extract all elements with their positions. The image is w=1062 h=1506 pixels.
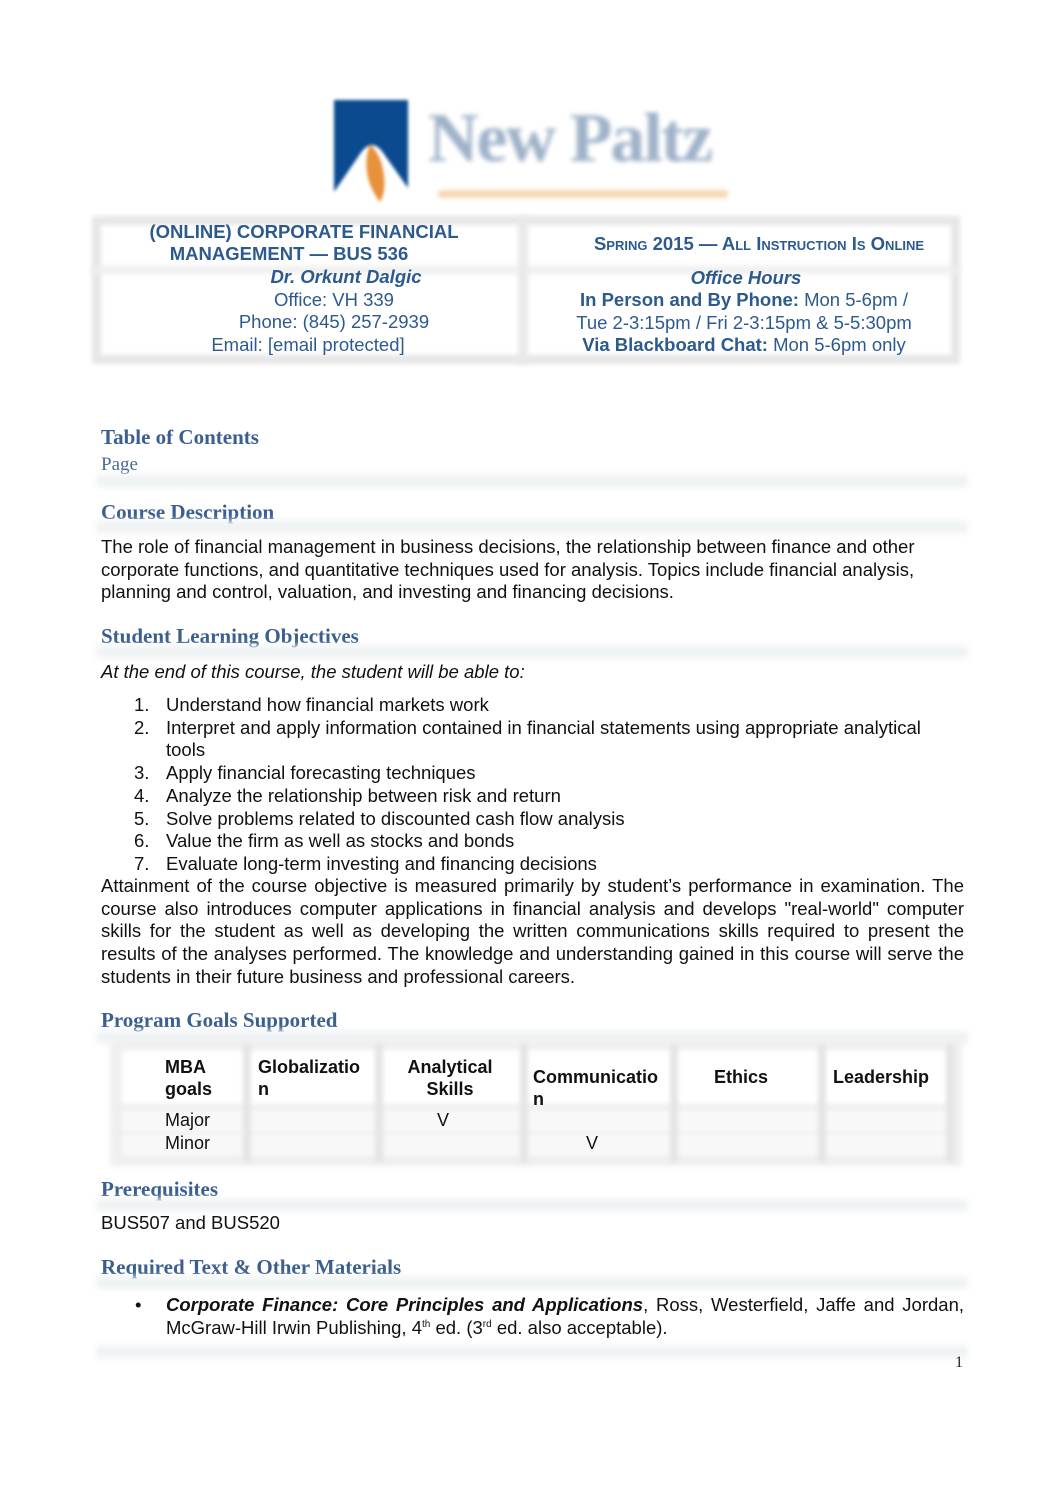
objective-item: 1. Understand how financial markets work (134, 694, 489, 715)
goals-header-mba-goals: MBA goals (165, 1057, 213, 1099)
objective-item: 5. Solve problems related to discounted c… (134, 807, 625, 829)
goals-header-leadership: Leadership (833, 1067, 930, 1087)
email-line: Email: [email protected] (88, 334, 528, 357)
office-hours-title: Office Hours (690, 266, 802, 288)
office-hours-column: Spring 2015 — All Instruction Is Online … (528, 221, 960, 357)
goals-header-ethics: Ethics (713, 1067, 769, 1087)
course-description-text: The role of financial management in busi… (101, 536, 915, 603)
objective-item: 3. Apply financial forecasting techniques (134, 762, 476, 784)
logo-wordmark: New Paltz (428, 100, 713, 177)
office-location: Office: VH 339 (274, 288, 394, 310)
page-number: 1 (955, 1354, 963, 1371)
in-person-label: In Person and By Phone: (580, 289, 799, 310)
phone-number: Phone: (845) 257-2939 (238, 311, 430, 332)
textbook-title: Corporate Finance: Core Principles and A… (166, 1294, 644, 1315)
course-title-line-1: (ONLINE) CORPORATE FINANCIAL (149, 221, 459, 242)
in-person-hours-cont: Tue 2-3:15pm / Fri 2-3:15pm & 5-5:30pm (576, 311, 912, 333)
toc-heading: Table of Contents (101, 425, 259, 449)
program-goals-table: MBA goals Globalization Analytical Skill… (110, 1040, 962, 1166)
objective-item: 7. Evaluate long-term investing and finan… (134, 852, 597, 874)
goals-header-analytical-skills: Analytical Skills (407, 1057, 493, 1099)
section-divider (96, 520, 968, 534)
bullet-icon: • (135, 1294, 142, 1315)
section-divider (96, 645, 968, 659)
objective-item: 2. Interpret and apply information conta… (134, 716, 921, 761)
goals-cell-minor-communication: V (585, 1133, 598, 1153)
email-link[interactable]: [email protected] (268, 334, 405, 355)
in-person-hours: In Person and By Phone: Mon 5-6pm / (580, 289, 908, 310)
email-label: Email: (211, 333, 268, 355)
chat-label: Via Blackboard Chat: (582, 334, 768, 355)
goals-cell-major-analytical: V (436, 1110, 449, 1130)
course-info-column: (ONLINE) CORPORATE FINANCIAL MANAGEMENT … (92, 221, 528, 356)
toc-page-label: Page (101, 454, 138, 475)
term-banner: Spring 2015 — All Instruction Is Online (593, 233, 925, 254)
materials-list-item: • Corporate Finance: Core Principles and… (135, 1294, 964, 1338)
course-title-line-2: MANAGEMENT — BUS 536 (169, 243, 409, 264)
new-paltz-emblem-icon (334, 100, 408, 202)
goals-row-label-major: Major (165, 1110, 211, 1130)
section-divider (96, 1198, 968, 1212)
instructor-name: Dr. Orkunt Dalgic (270, 266, 422, 287)
university-logo: New Paltz (330, 92, 740, 210)
section-divider (96, 474, 968, 488)
objective-item: 6. Value the firm as well as stocks and b… (134, 830, 515, 852)
goals-header-globalization: Globalization (258, 1057, 361, 1099)
goals-header-communication: Communication (533, 1067, 659, 1109)
objectives-intro: At the end of this course, the student w… (101, 661, 525, 682)
logo-tagline (438, 190, 728, 198)
objectives-list: 1. Understand how financial markets work … (101, 694, 931, 876)
attainment-paragraph: Attainment of the course objective is me… (101, 875, 964, 987)
goals-row-label-minor: Minor (165, 1133, 211, 1153)
objective-item: 4. Analyze the relationship between risk … (134, 784, 561, 806)
section-divider (96, 1276, 968, 1290)
section-divider (96, 1345, 968, 1359)
course-header-table: (ONLINE) CORPORATE FINANCIAL MANAGEMENT … (92, 216, 960, 364)
chat-hours: Via Blackboard Chat: Mon 5-6pm only (582, 334, 906, 355)
prerequisites-text: BUS507 and BUS520 (101, 1212, 280, 1233)
